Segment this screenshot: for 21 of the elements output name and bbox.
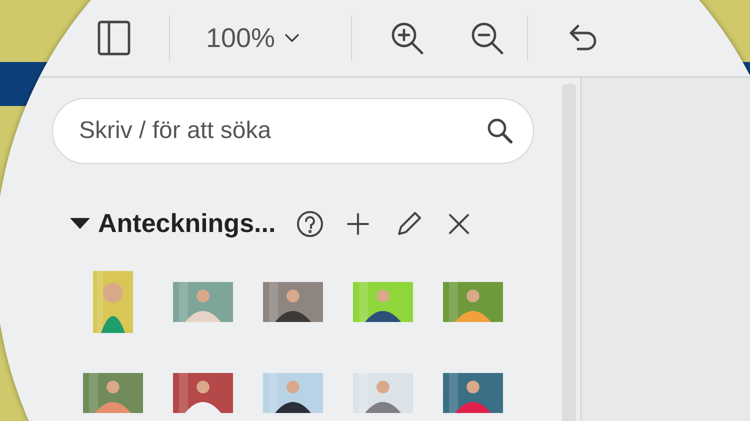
search-icon	[486, 117, 514, 145]
section-title: Antecknings...	[98, 207, 276, 240]
close-button[interactable]	[448, 212, 470, 234]
sidebar-icon	[97, 20, 131, 56]
caret-down-icon	[70, 218, 90, 230]
close-icon	[448, 212, 470, 234]
collapse-toggle[interactable]	[70, 218, 90, 230]
help-icon	[296, 210, 324, 238]
zoom-in-button[interactable]	[389, 20, 426, 56]
search-field[interactable]: Skriv / för att söka	[52, 98, 534, 164]
zoom-out-icon	[469, 20, 506, 56]
add-button[interactable]	[346, 212, 370, 236]
edit-button[interactable]	[396, 210, 422, 236]
plus-icon	[346, 212, 370, 236]
sidebar-toggle-button[interactable]	[97, 20, 131, 56]
zoom-in-icon	[389, 20, 426, 56]
pencil-icon	[396, 210, 422, 236]
zoom-dropdown[interactable]: 100%	[206, 18, 302, 58]
zoom-out-button[interactable]	[469, 20, 506, 56]
chevron-down-icon	[283, 32, 302, 44]
help-button[interactable]	[296, 210, 324, 238]
